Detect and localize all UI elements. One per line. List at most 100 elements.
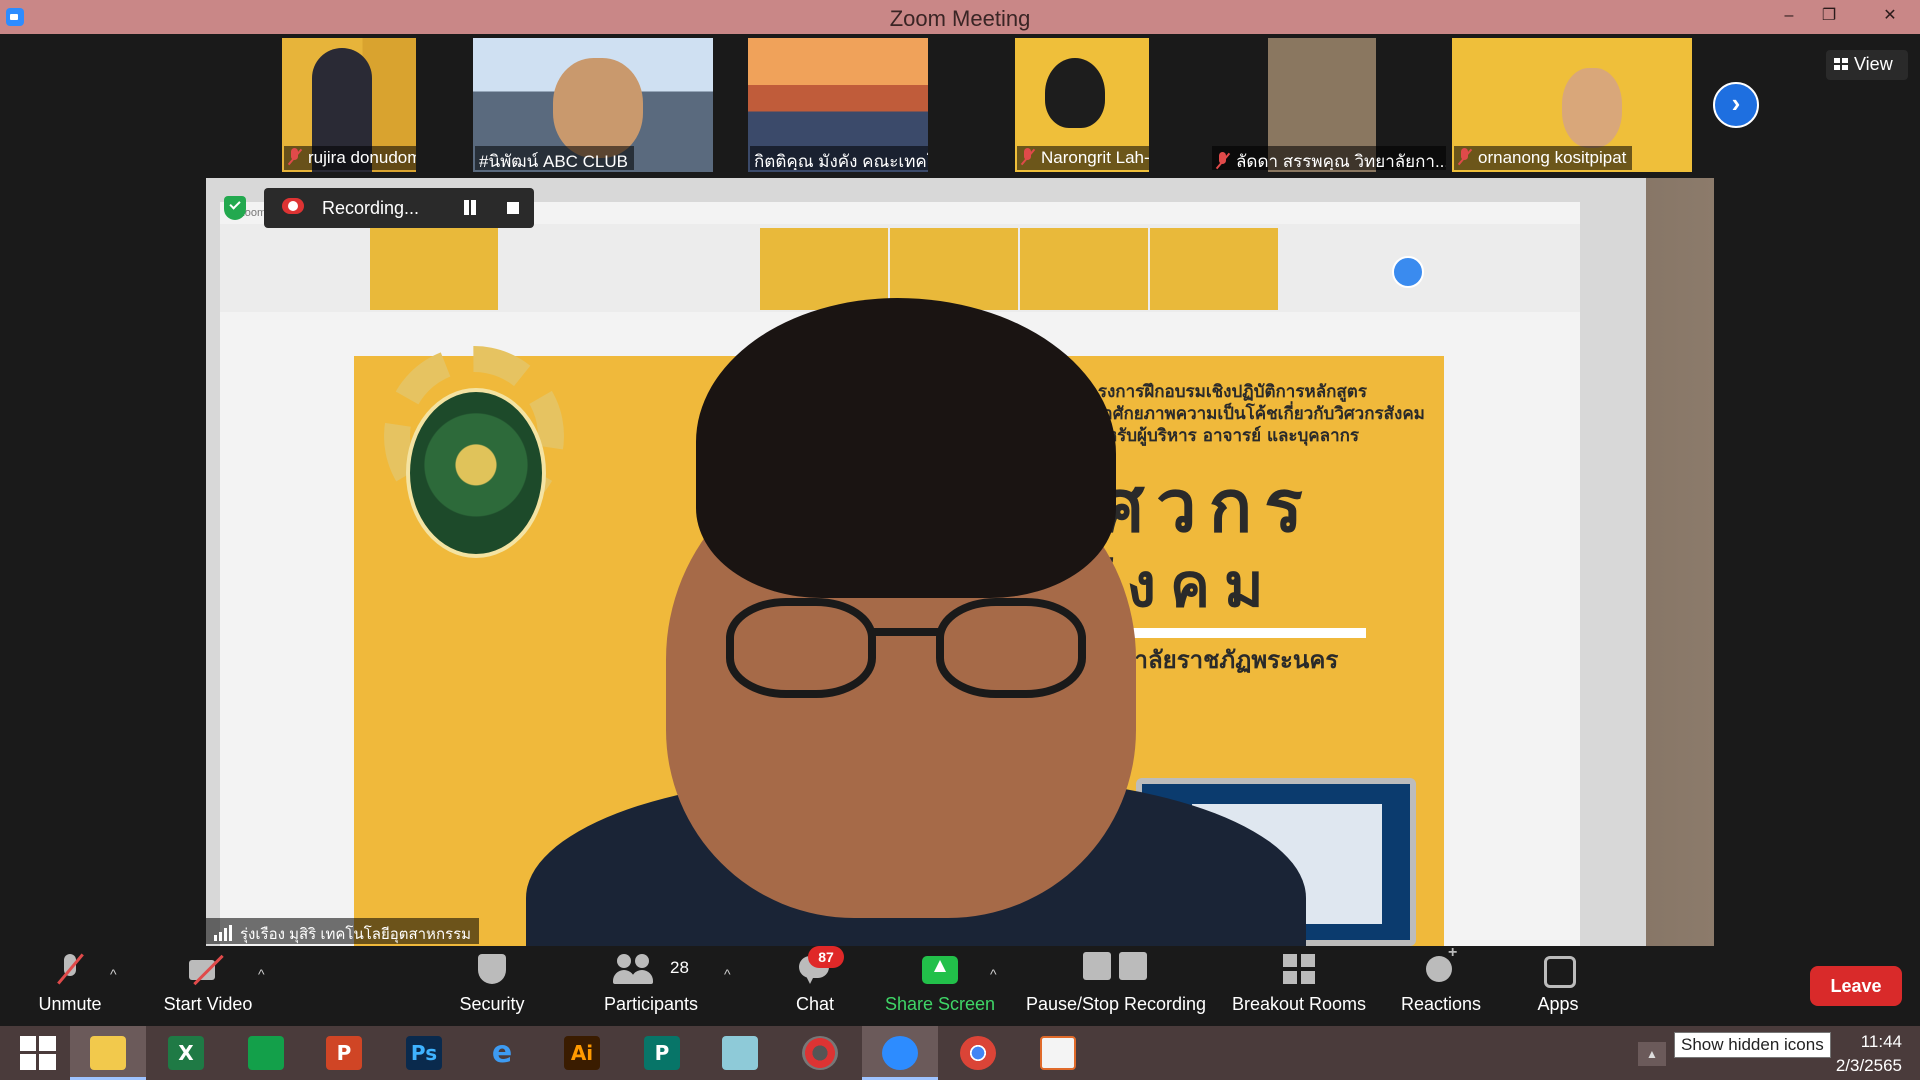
taskbar-excel[interactable]: X bbox=[148, 1026, 224, 1080]
participant-figure bbox=[1562, 68, 1622, 148]
participant-tile[interactable]: #นิพัฒน์ ABC CLUB bbox=[473, 38, 713, 172]
participants-button[interactable]: 28 Participants bbox=[596, 952, 706, 1015]
photoscape-icon bbox=[802, 1036, 838, 1070]
captured-next-icon bbox=[1392, 256, 1424, 288]
pause-stop-recording-button[interactable]: Pause/Stop Recording bbox=[1024, 952, 1208, 1015]
start-button[interactable] bbox=[0, 1026, 76, 1080]
folder-icon bbox=[90, 1036, 126, 1070]
windows-taskbar: X P Ps e Ai P ▲ bbox=[0, 1026, 1920, 1080]
meeting-controls-toolbar: Unmute ^ Start Video ^ Security 28 Parti… bbox=[0, 944, 1920, 1026]
taskbar-photoscape[interactable] bbox=[782, 1026, 858, 1080]
speaker-figure bbox=[526, 298, 1306, 946]
share-options-caret[interactable]: ^ bbox=[990, 966, 997, 982]
taskbar-presentation-app[interactable] bbox=[1020, 1026, 1096, 1080]
chat-unread-badge: 87 bbox=[808, 946, 844, 968]
taskbar-internet-explorer[interactable]: e bbox=[464, 1026, 540, 1080]
gallery-view-icon bbox=[1834, 58, 1848, 70]
stop-recording-icon[interactable] bbox=[507, 202, 519, 214]
mic-muted-icon bbox=[1021, 148, 1035, 166]
windows-logo-icon bbox=[20, 1036, 56, 1070]
publisher-icon: P bbox=[644, 1036, 680, 1070]
encryption-shield-icon[interactable] bbox=[224, 196, 246, 220]
speaker-hair bbox=[696, 298, 1116, 598]
excel-icon: X bbox=[168, 1036, 204, 1070]
video-off-icon bbox=[189, 952, 227, 988]
restore-button[interactable]: ❐ bbox=[1806, 0, 1852, 34]
taskbar-notepad[interactable] bbox=[702, 1026, 778, 1080]
connection-signal-icon bbox=[214, 925, 234, 941]
notepad-icon bbox=[722, 1036, 758, 1070]
unmute-button[interactable]: Unmute bbox=[30, 952, 110, 1015]
participants-options-caret[interactable]: ^ bbox=[724, 966, 731, 982]
view-button[interactable]: View bbox=[1826, 50, 1908, 80]
taskbar-zoom[interactable] bbox=[862, 1026, 938, 1080]
share-screen-icon bbox=[922, 952, 958, 988]
participants-icon bbox=[613, 952, 657, 988]
illustrator-icon: Ai bbox=[564, 1036, 600, 1070]
participant-tile[interactable]: Narongrit Lah-Pun bbox=[1015, 38, 1149, 172]
recording-status-text: Recording... bbox=[322, 198, 420, 218]
participant-figure bbox=[1045, 58, 1105, 128]
participant-name-label: ornanong kositpipat bbox=[1454, 146, 1633, 170]
photoshop-icon: Ps bbox=[406, 1036, 442, 1070]
captured-tile bbox=[370, 228, 498, 310]
participant-figure bbox=[553, 58, 643, 158]
store-bag-icon bbox=[248, 1036, 284, 1070]
glasses-lens bbox=[936, 598, 1086, 698]
breakout-rooms-icon bbox=[1283, 952, 1315, 988]
pause-stop-icon bbox=[1083, 952, 1149, 988]
participant-tile[interactable]: กิตติคุณ มังคัง คณะเทคโนโลยีอุ... bbox=[748, 38, 928, 172]
active-speaker-video: Zoom Meeting อบรมโครงการฝึกอบรมเชิงปฏิบั… bbox=[206, 178, 1714, 946]
clock-date: 2/3/2565 bbox=[1835, 1056, 1902, 1075]
share-screen-button[interactable]: Share Screen bbox=[880, 952, 1000, 1015]
internet-explorer-icon: e bbox=[491, 1035, 513, 1070]
leave-meeting-button[interactable]: Leave bbox=[1810, 966, 1902, 1006]
reactions-smiley-icon bbox=[1426, 944, 1457, 988]
taskbar-illustrator[interactable]: Ai bbox=[544, 1026, 620, 1080]
glasses-bridge bbox=[874, 628, 938, 636]
taskbar-photoshop[interactable]: Ps bbox=[386, 1026, 462, 1080]
show-hidden-icons-button[interactable]: ▲ bbox=[1638, 1042, 1666, 1066]
chrome-icon bbox=[960, 1036, 996, 1070]
system-clock[interactable]: 11:44 2/3/2565 bbox=[1806, 1030, 1902, 1078]
pause-recording-icon[interactable] bbox=[462, 200, 478, 216]
participant-tile[interactable]: rujira donudom bbox=[282, 38, 416, 172]
start-video-button[interactable]: Start Video bbox=[158, 952, 258, 1015]
powerpoint-icon: P bbox=[326, 1036, 362, 1070]
participant-tile[interactable]: ลัดดา สรรพคุณ วิทยาลัยกา... bbox=[1210, 38, 1446, 172]
video-options-caret[interactable]: ^ bbox=[258, 966, 265, 982]
taskbar-powerpoint[interactable]: P bbox=[306, 1026, 382, 1080]
mic-muted-icon bbox=[288, 148, 302, 166]
active-speaker-name-label: รุ่งเรือง มุสิริ เทคโนโลยีอุตสาหกรรม bbox=[206, 918, 480, 944]
zoom-icon bbox=[882, 1036, 918, 1070]
taskbar-file-explorer[interactable] bbox=[70, 1026, 146, 1080]
reactions-button[interactable]: Reactions bbox=[1396, 944, 1486, 1015]
audio-options-caret[interactable]: ^ bbox=[110, 966, 117, 982]
participant-name-label: ลัดดา สรรพคุณ วิทยาลัยกา... bbox=[1212, 146, 1446, 170]
clock-time: 11:44 bbox=[1860, 1032, 1902, 1051]
apps-button[interactable]: Apps bbox=[1528, 952, 1588, 1015]
participant-tile[interactable]: ornanong kositpipat bbox=[1452, 38, 1692, 172]
participant-name-label: Narongrit Lah-Pun bbox=[1017, 146, 1149, 170]
breakout-rooms-button[interactable]: Breakout Rooms bbox=[1228, 952, 1370, 1015]
university-emblem bbox=[406, 388, 546, 558]
cloud-recording-icon bbox=[282, 198, 304, 214]
speaker-glasses bbox=[726, 598, 1086, 698]
participant-name-label: rujira donudom bbox=[284, 146, 416, 170]
apps-icon bbox=[1544, 952, 1576, 988]
presentation-app-icon bbox=[1040, 1036, 1076, 1070]
mic-muted-icon bbox=[1216, 152, 1230, 170]
participant-name-label: กิตติคุณ มังคัง คณะเทคโนโลยีอุ... bbox=[750, 146, 928, 170]
close-window-button[interactable]: ✕ bbox=[1860, 0, 1920, 34]
taskbar-publisher[interactable]: P bbox=[624, 1026, 700, 1080]
participant-name-label: #นิพัฒน์ ABC CLUB bbox=[475, 146, 635, 170]
security-button[interactable]: Security bbox=[452, 952, 532, 1015]
gallery-next-page-button[interactable]: › bbox=[1713, 82, 1759, 128]
taskbar-store[interactable] bbox=[228, 1026, 304, 1080]
participant-gallery-strip: rujira donudom #นิพัฒน์ ABC CLUB กิตติคุ… bbox=[0, 34, 1920, 174]
security-shield-icon bbox=[478, 952, 506, 988]
title-bar: Zoom Meeting – ❐ ✕ bbox=[0, 0, 1920, 34]
taskbar-chrome[interactable] bbox=[940, 1026, 1016, 1080]
microphone-muted-icon bbox=[60, 952, 80, 988]
glasses-lens bbox=[726, 598, 876, 698]
